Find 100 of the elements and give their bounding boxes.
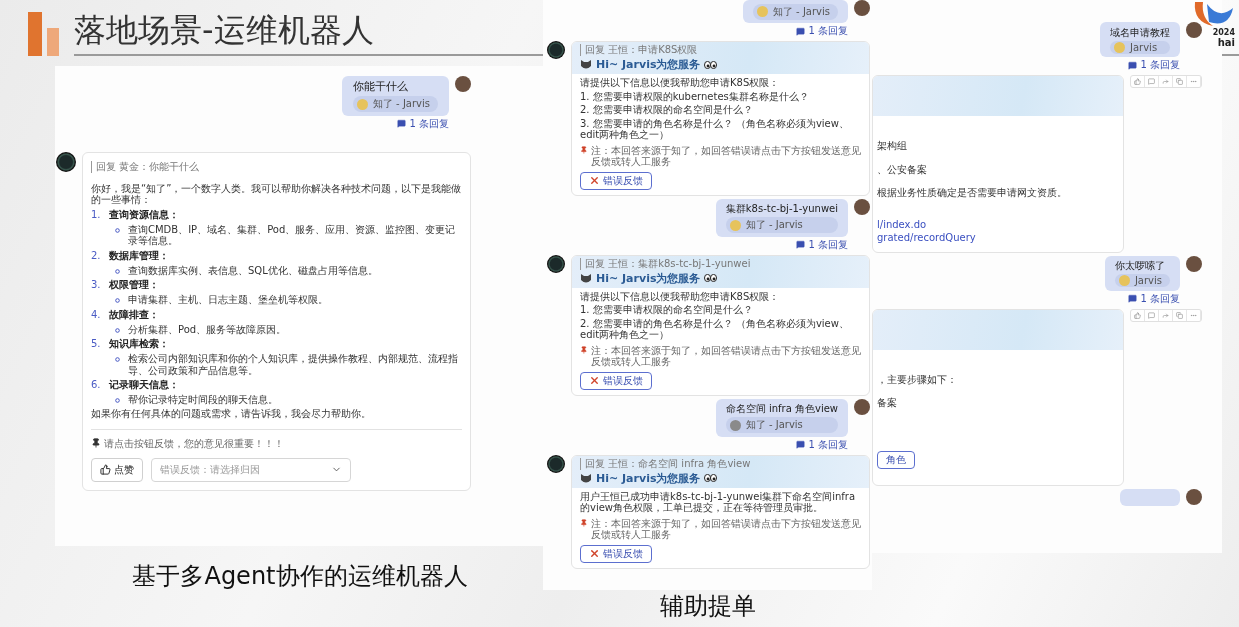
message-text: 命名空间 infra 角色view <box>725 402 838 415</box>
message-text: 1. 您需要申请权限的命名空间是什么？ <box>580 304 754 316</box>
reply-count-link[interactable]: 1 条回复 <box>796 237 848 252</box>
chip-label: 知了 - Jarvis <box>772 4 830 19</box>
avatar-icon <box>729 219 741 231</box>
avatar-icon <box>756 6 768 17</box>
message-text: 2. 您需要申请权限的命名空间是什么？ <box>580 104 754 116</box>
reply-count-link[interactable]: 1 条回复 <box>397 117 449 131</box>
chip-label: 知了 - Jarvis <box>745 218 803 232</box>
message-text: 集群k8s-tc-bj-1-yunwei <box>725 202 838 215</box>
thumbs-up-icon <box>100 464 111 476</box>
quoted-reply: 回复 王恒：申请K8S权限 <box>580 44 861 56</box>
bullet-icon <box>115 357 120 363</box>
user-avatar <box>455 76 471 92</box>
avatar-icon <box>356 98 368 110</box>
bullet-icon <box>115 269 120 274</box>
user-avatar <box>1186 255 1202 272</box>
pin-icon <box>580 344 588 355</box>
thumbs-up-icon[interactable] <box>1131 309 1145 321</box>
comment-icon[interactable] <box>1145 76 1159 87</box>
logo-year: 2024 <box>1212 28 1235 37</box>
list-number: 5. <box>91 338 102 350</box>
message-text: 用户王恒已成功申请k8s-tc-bj-1-yunwei集群下命名空间infra的view角色权限，工单已提交，正在等待管理员审批。 <box>580 490 857 514</box>
bot-avatar <box>56 152 76 172</box>
bot-avatar <box>547 254 565 273</box>
quoted-reply: 回复 王恒：集群k8s-tc-bj-1-yunwei <box>580 257 861 270</box>
thumbs-up-icon[interactable] <box>1131 76 1145 87</box>
user-avatar <box>1186 488 1202 505</box>
message-text: 域名申请教程 <box>1110 25 1170 39</box>
pin-icon <box>580 517 588 528</box>
cross-icon <box>589 548 600 559</box>
reply-count-link[interactable]: 1 条回复 <box>796 437 848 452</box>
avatar-icon <box>1118 275 1130 286</box>
eyes-icon <box>704 474 718 482</box>
greeting-title: Hi~ Jarvis为您服务 <box>596 470 701 486</box>
greeting-title: Hi~ Jarvis为您服务 <box>596 270 701 286</box>
message-text: 你好，我是“知了”，一个数字人类。我可以帮助你解决各种技术问题，以下是我能做的一些事情： <box>91 183 462 206</box>
list-number: 2. <box>91 250 102 261</box>
feedback-button[interactable]: 错误反馈 <box>580 371 652 390</box>
item-detail: 查询CMDB、IP、域名、集群、Pod、服务、应用、资源、监控图、变更记录等信息。 <box>128 224 457 247</box>
pin-icon <box>580 144 588 155</box>
user-avatar <box>854 0 870 16</box>
feedback-note: 请点击按钮反馈，您的意见很重要！！！ <box>104 438 284 450</box>
message-text: 1. 您需要申请权限的kubernetes集群名称是什么？ <box>580 90 810 102</box>
list-number: 4. <box>91 309 102 320</box>
message-text: 如果你有任何具体的问题或需求，请告诉我，我会尽力帮助你。 <box>91 408 372 420</box>
bullet-icon <box>115 298 120 304</box>
list-number: 6. <box>91 379 102 391</box>
chip-label: Jarvis <box>1134 275 1162 286</box>
eyes-icon <box>704 274 718 282</box>
reply-count-link[interactable]: 1 条回复 <box>796 24 848 38</box>
message-text: 你太啰嗦了 <box>1114 259 1166 272</box>
cross-icon <box>589 375 600 386</box>
bot-avatar <box>547 41 565 59</box>
feedback-button[interactable]: 角色 <box>877 450 915 469</box>
message-text: 、公安备案 <box>877 163 928 175</box>
item-detail: 帮你记录特定时间段的聊天信息。 <box>128 394 278 406</box>
item-detail: 申请集群、主机、日志主题、堡垒机等权限。 <box>128 294 328 306</box>
list-number: 3. <box>91 279 102 291</box>
avatar-icon <box>729 419 741 431</box>
quoted-reply: 回复 黄金：你能干什么 <box>91 161 462 173</box>
feedback-button[interactable]: 错误反馈 <box>580 171 652 190</box>
message-text: 请提供以下信息以便我帮助您申请K8S权限： <box>580 290 781 302</box>
cat-icon <box>580 272 592 284</box>
chip-label: 知了 - Jarvis <box>372 97 430 112</box>
cross-icon <box>589 175 600 186</box>
cat-icon <box>580 472 592 484</box>
link[interactable]: grated/recordQuery <box>877 232 1115 244</box>
quoted-reply: 回复 王恒：命名空间 infra 角色view <box>580 457 861 470</box>
feedback-button[interactable]: 错误反馈 <box>580 544 652 563</box>
copy-icon[interactable] <box>1173 309 1187 321</box>
comment-icon[interactable] <box>1145 309 1159 321</box>
disclaimer-note: 注：本回答来源于知了，如回答错误请点击下方按钮发送意见反馈或转人工服务 <box>590 344 861 368</box>
item-title: 记录聊天信息： <box>109 378 179 393</box>
item-title: 知识库检索： <box>109 337 169 352</box>
pin-icon <box>91 438 101 449</box>
comment-icon <box>1128 294 1138 303</box>
like-button[interactable]: 点赞 <box>91 458 143 482</box>
item-title: 权限管理： <box>109 278 159 293</box>
cat-icon <box>580 59 592 70</box>
message-text: 备案 <box>877 397 898 409</box>
link[interactable]: l/index.do <box>877 218 1115 230</box>
item-detail: 分析集群、Pod、服务等故障原因。 <box>128 324 287 336</box>
chip-label: 知了 - Jarvis <box>745 418 803 432</box>
bullet-icon <box>115 228 120 233</box>
comment-icon <box>1128 60 1138 70</box>
message-bubble <box>1120 488 1180 506</box>
message-text: 3. 您需要申请的角色名称是什么？ （角色名称必须为view、edit两种角色之一） <box>580 117 850 141</box>
comment-icon <box>796 240 806 249</box>
bullet-icon <box>115 328 120 333</box>
item-detail: 检索公司内部知识库和你的个人知识库，提供操作教程、内部规范、流程指导、公司政策和产品信息等。 <box>128 353 459 377</box>
reply-count-link[interactable]: 1 条回复 <box>1128 58 1180 72</box>
item-title: 数据库管理： <box>109 249 169 263</box>
reply-count-link[interactable]: 1 条回复 <box>1128 291 1180 306</box>
logo-text: hai <box>1217 37 1235 48</box>
copy-icon[interactable] <box>1173 76 1187 87</box>
disclaimer-note: 注：本回答来源于知了，如回答错误请点击下方按钮发送意见反馈或转人工服务 <box>590 517 861 541</box>
comment-icon <box>397 119 407 129</box>
bullet-icon <box>115 398 120 404</box>
message-text: 请提供以下信息以便我帮助您申请K8S权限： <box>580 77 781 89</box>
